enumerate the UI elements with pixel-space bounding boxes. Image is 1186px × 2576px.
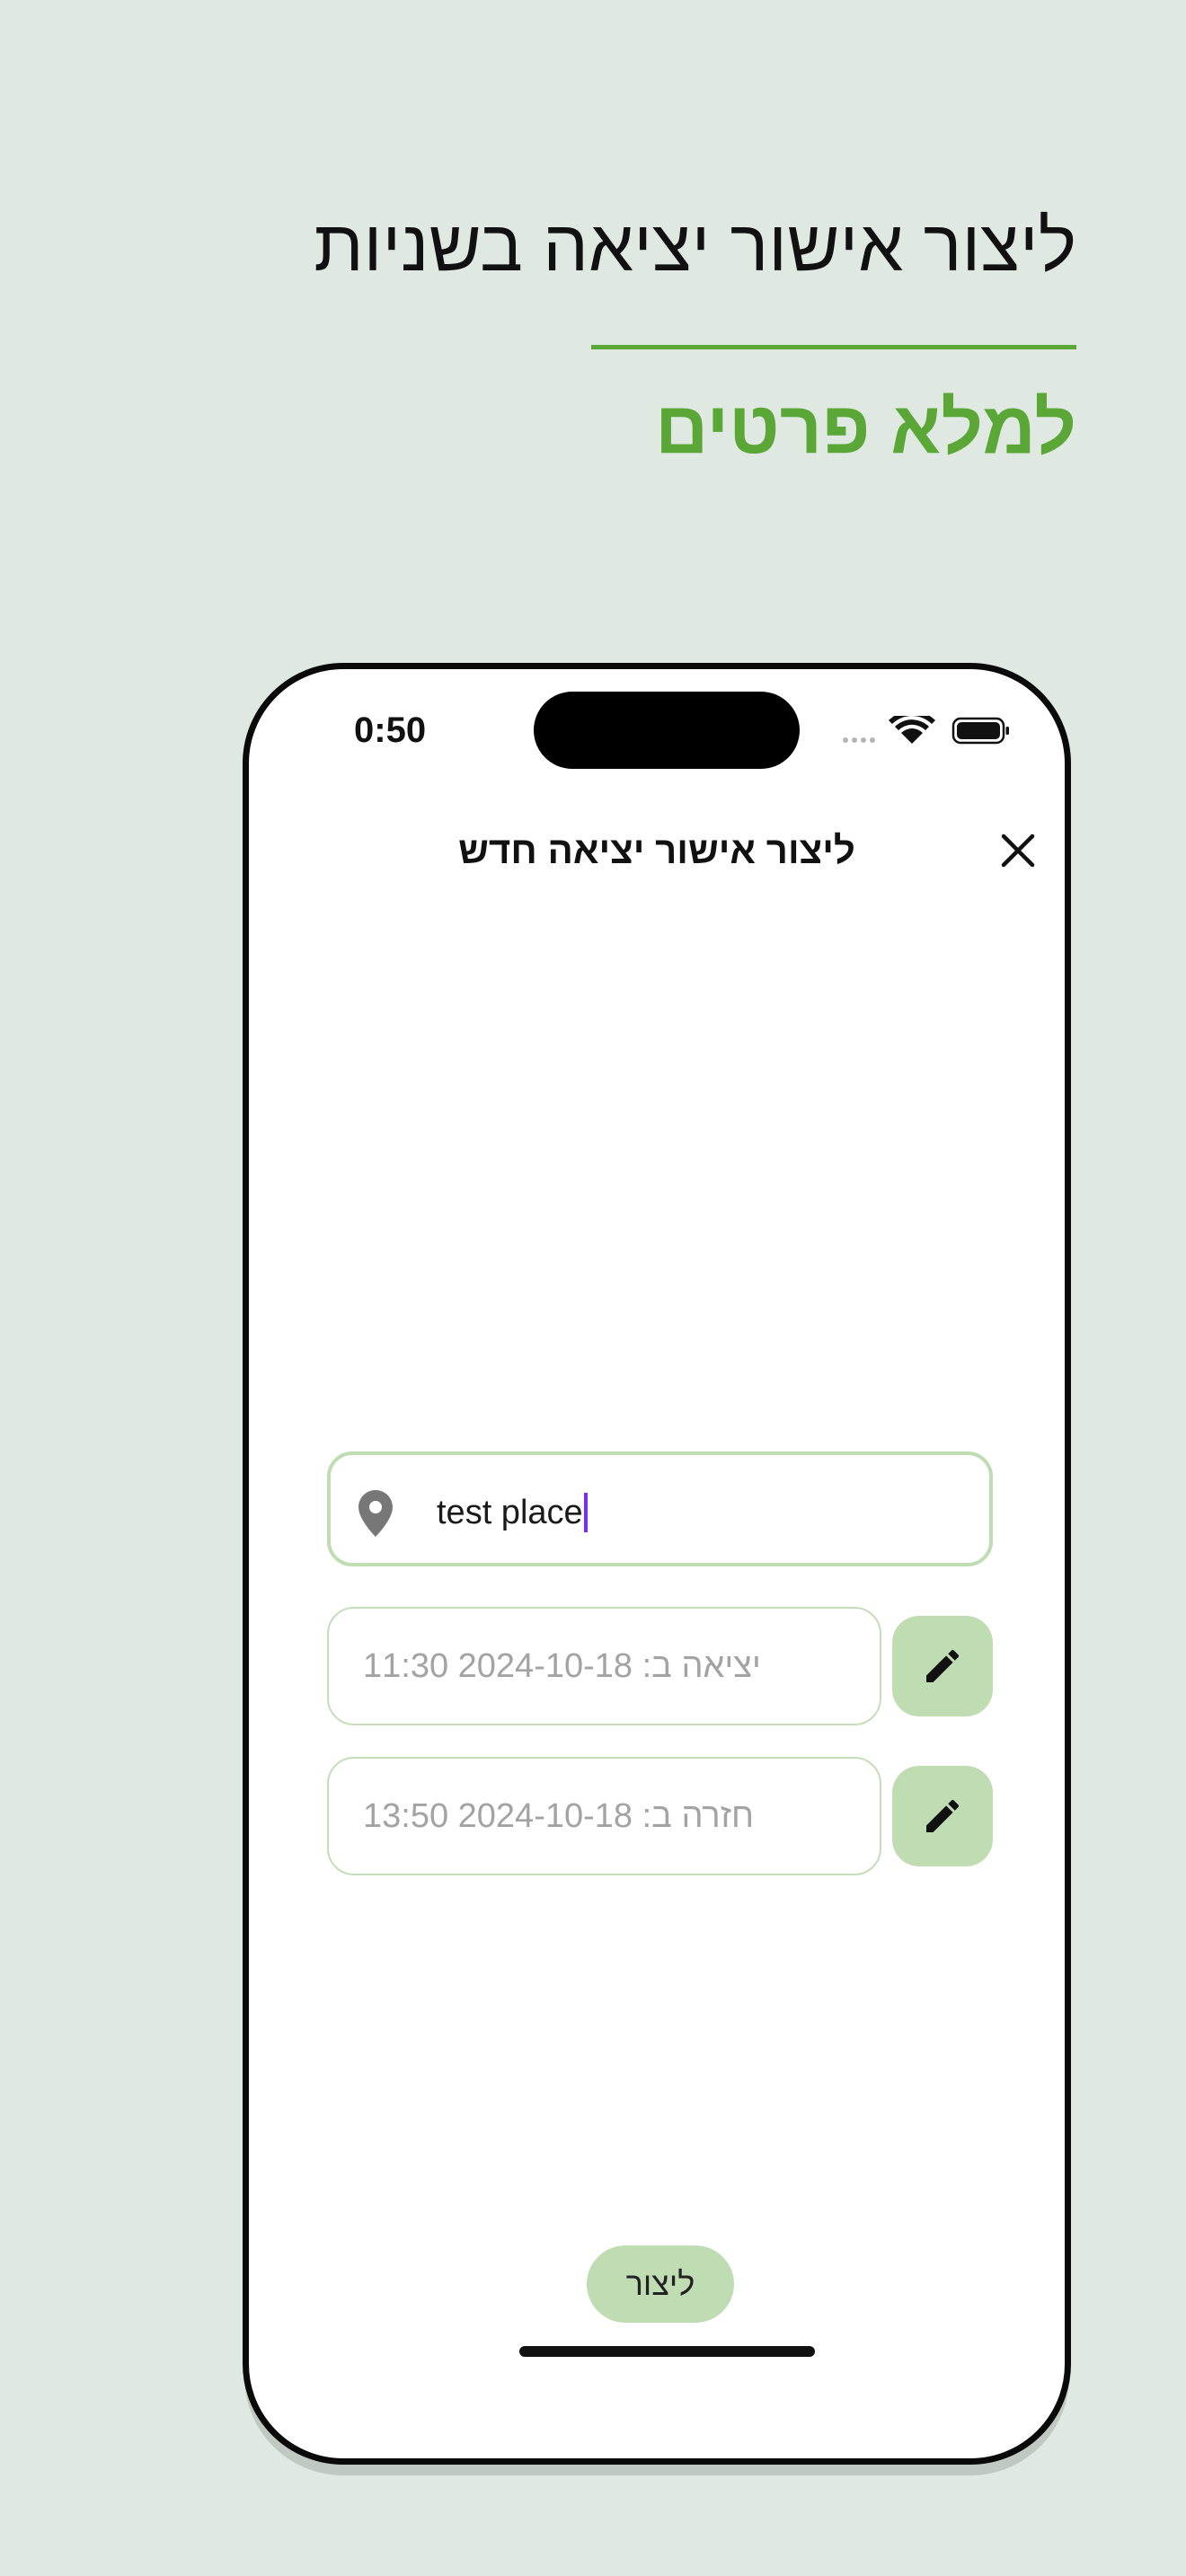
banner-headline: ליצור אישור יציאה בשניות — [314, 206, 1076, 286]
edit-departure-button[interactable] — [892, 1616, 993, 1716]
pencil-icon — [926, 1649, 960, 1682]
place-input[interactable]: test place — [327, 1451, 993, 1566]
status-time: 0:50 — [354, 710, 427, 750]
banner-subheadline: למלא פרטים — [655, 387, 1076, 469]
banner-divider — [591, 345, 1076, 349]
home-indicator — [519, 2346, 815, 2357]
return-time-field[interactable]: חזרה ב: 2024-10-18 13:50 — [327, 1757, 881, 1875]
close-icon[interactable] — [998, 831, 1038, 870]
departure-time-text: יציאה ב: 2024-10-18 11:30 — [363, 1647, 761, 1685]
wifi-icon — [889, 716, 935, 744]
place-input-value-wrap: test place — [437, 1493, 588, 1532]
text-caret — [583, 1493, 588, 1532]
edit-return-button[interactable] — [892, 1766, 993, 1866]
phone-frame: 0:50 ליצור אישור יציאה חדש test place יצ… — [243, 663, 1071, 2465]
status-icons — [843, 716, 1009, 745]
create-button[interactable]: ליצור — [587, 2245, 734, 2323]
battery-icon — [951, 717, 1009, 745]
dialog-title: ליצור אישור יציאה חדש — [458, 829, 855, 871]
place-input-value: test place — [437, 1494, 583, 1531]
signal-dots-icon — [843, 737, 875, 743]
location-pin-icon — [358, 1490, 393, 1537]
dynamic-island — [534, 692, 800, 769]
departure-time-field[interactable]: יציאה ב: 2024-10-18 11:30 — [327, 1607, 881, 1725]
pencil-icon — [926, 1799, 960, 1832]
return-time-text: חזרה ב: 2024-10-18 13:50 — [363, 1797, 754, 1835]
